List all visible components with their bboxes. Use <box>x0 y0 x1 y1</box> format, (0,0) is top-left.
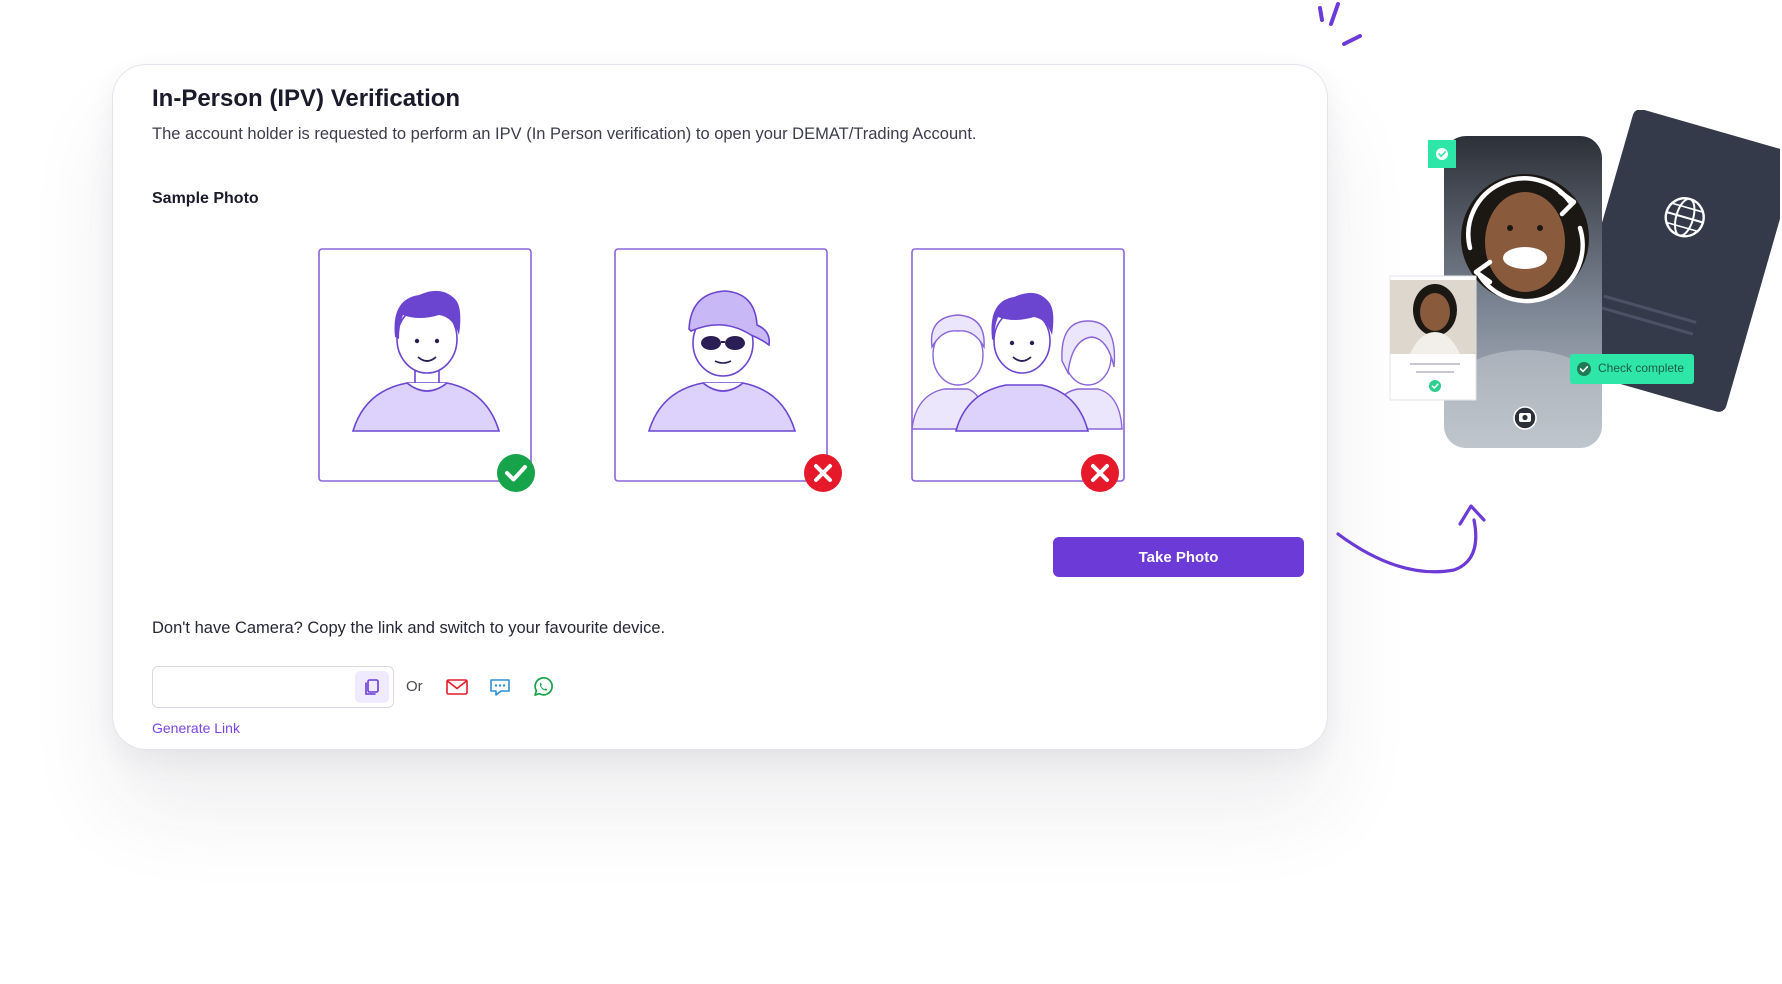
email-icon <box>446 679 468 695</box>
curved-arrow-decoration <box>1336 504 1486 574</box>
check-complete-label: Check complete <box>1598 361 1685 375</box>
page-subtitle: The account holder is requested to perfo… <box>152 125 977 143</box>
link-input[interactable] <box>161 675 355 701</box>
rejected-cross-badge <box>803 453 843 493</box>
sms-icon <box>490 679 510 696</box>
accepted-check-badge <box>496 453 536 493</box>
email-share-button[interactable] <box>444 674 470 700</box>
whatsapp-share-button[interactable] <box>530 674 556 700</box>
cross-icon <box>1081 454 1119 492</box>
sparkle-decoration <box>1318 2 1362 46</box>
generate-link-button[interactable]: Generate Link <box>152 720 240 736</box>
profile-thumbnail-card <box>1389 275 1477 401</box>
rejected-cross-badge <box>1080 453 1120 493</box>
ipv-verification-card: In-Person (IPV) Verification The account… <box>112 64 1328 750</box>
take-photo-button[interactable]: Take Photo <box>1053 537 1304 577</box>
link-field <box>152 666 394 708</box>
or-separator: Or <box>406 678 423 695</box>
cross-icon <box>804 454 842 492</box>
copy-icon <box>365 679 379 695</box>
no-camera-text: Don't have Camera? Copy the link and swi… <box>152 619 666 637</box>
check-icon <box>497 454 535 492</box>
sample-photo-label: Sample Photo <box>152 190 259 207</box>
copy-link-button[interactable] <box>355 671 389 703</box>
verification-illustration: Check complete <box>1380 109 1782 470</box>
page-title: In-Person (IPV) Verification <box>152 85 461 112</box>
whatsapp-icon <box>534 677 553 696</box>
sms-share-button[interactable] <box>487 674 513 700</box>
